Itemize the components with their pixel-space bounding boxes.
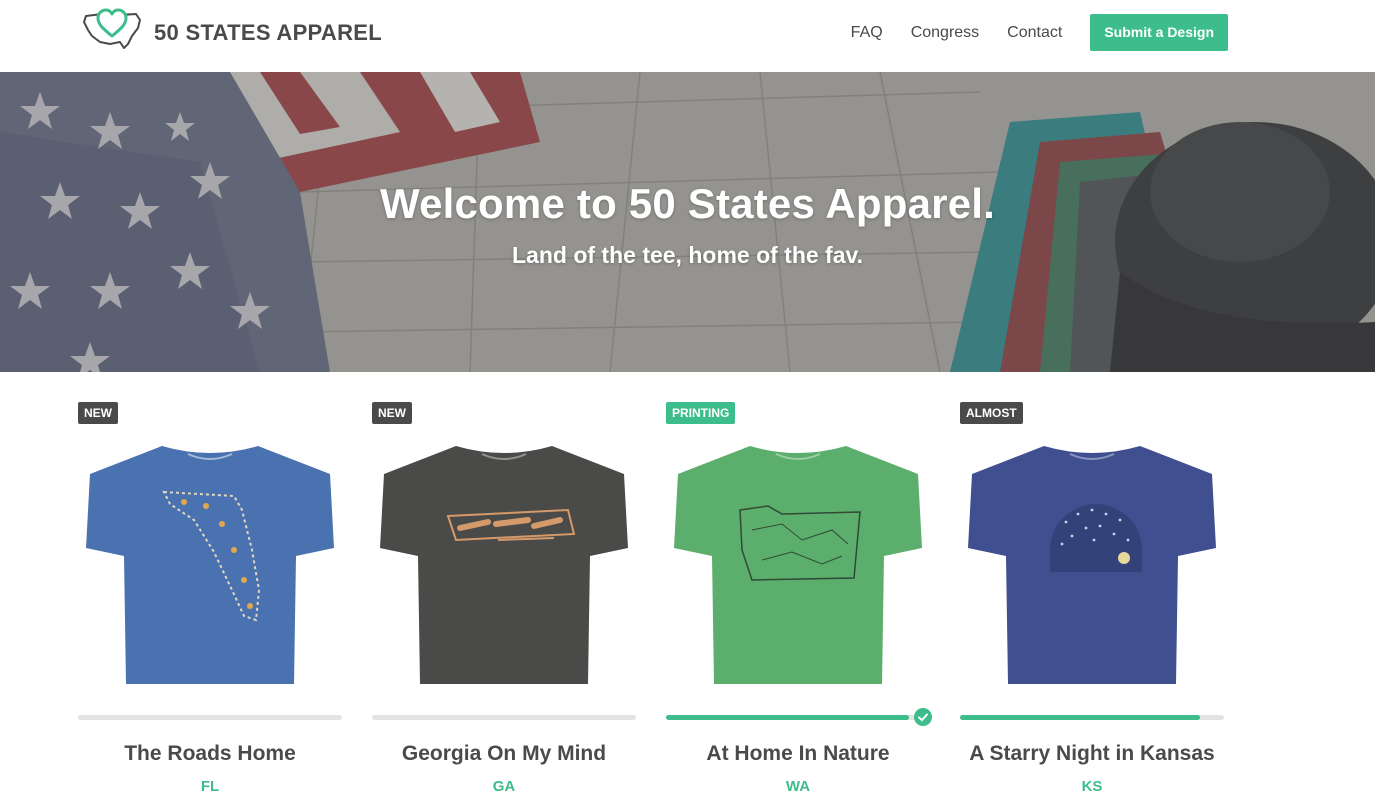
product-state[interactable]: FL — [78, 778, 342, 795]
status-badge: NEW — [78, 402, 118, 424]
product-card[interactable]: ALMOST A Starry Night in Kansas KS — [960, 400, 1224, 807]
status-badge: PRINTING — [666, 402, 736, 424]
nav-faq[interactable]: FAQ — [851, 15, 883, 51]
hero-banner: Welcome to 50 States Apparel. Land of th… — [0, 72, 1375, 372]
checkmark-icon — [914, 708, 932, 726]
progress-fill — [666, 715, 909, 720]
nav-congress[interactable]: Congress — [911, 15, 979, 51]
submit-design-button[interactable]: Submit a Design — [1090, 14, 1228, 51]
funding-progress-bar — [666, 715, 930, 720]
status-badge: NEW — [372, 402, 412, 424]
product-card[interactable]: NEW Georgia On My Mind GA — [372, 400, 636, 807]
tshirt-image[interactable] — [672, 440, 924, 690]
product-title[interactable]: The Roads Home — [78, 742, 342, 766]
us-heart-logo-icon — [80, 6, 144, 59]
product-state[interactable]: WA — [666, 778, 930, 795]
product-title[interactable]: Georgia On My Mind — [372, 742, 636, 766]
hero-subtitle: Land of the tee, home of the fav. — [512, 242, 863, 268]
product-state[interactable]: KS — [960, 778, 1224, 795]
funding-progress-bar — [372, 715, 636, 720]
progress-fill — [960, 715, 1201, 720]
product-card[interactable]: PRINTING At Home In Nature WA — [666, 400, 932, 807]
main-nav: FAQ Congress Contact Submit a Design — [851, 14, 1228, 51]
brand-name: 50 STATES APPAREL — [154, 19, 382, 45]
hero-title: Welcome to 50 States Apparel. — [379, 180, 995, 227]
tshirt-image[interactable] — [966, 440, 1218, 690]
funding-progress-bar — [78, 715, 342, 720]
nav-contact[interactable]: Contact — [1007, 15, 1062, 51]
tshirt-image[interactable] — [84, 440, 336, 690]
status-badge: ALMOST — [960, 402, 1023, 424]
product-title[interactable]: A Starry Night in Kansas — [960, 742, 1224, 766]
logo-link[interactable]: 50 STATES APPAREL — [80, 6, 382, 59]
product-title[interactable]: At Home In Nature — [666, 742, 930, 766]
product-grid: NEW The Roads Home FL NEW Georgia On My … — [78, 400, 1228, 807]
site-header: 50 STATES APPAREL FAQ Congress Contact S… — [0, 0, 1375, 72]
tshirt-image[interactable] — [378, 440, 630, 690]
product-card[interactable]: NEW The Roads Home FL — [78, 400, 342, 807]
funding-progress-bar — [960, 715, 1224, 720]
product-state[interactable]: GA — [372, 778, 636, 795]
